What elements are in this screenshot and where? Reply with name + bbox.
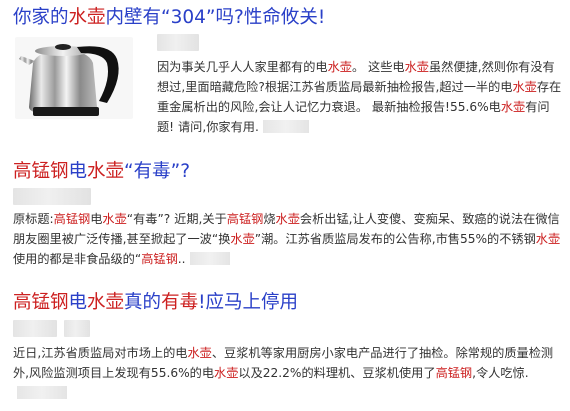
- title-keyword[interactable]: 高锰钢: [13, 292, 69, 313]
- snippet-text: 近日,江苏省质监局对市场上的电: [13, 346, 188, 360]
- result-meta: [13, 320, 564, 341]
- date-blurred: [64, 320, 91, 337]
- snippet-text: 烧: [263, 212, 276, 226]
- snippet-keyword: 高锰钢: [53, 212, 91, 226]
- title-keyword[interactable]: 水壶: [87, 161, 124, 182]
- snippet-keyword: 水壶: [102, 212, 127, 226]
- snippet-text: 因为事关几乎人人家里都有的电: [157, 60, 328, 74]
- snippet-text: 原标题:: [13, 212, 54, 226]
- search-result-1-body: 因为事关几乎人人家里都有的电水壶。 这些电水壶虽然便捷,然则你有没有想过,里面暗…: [157, 34, 562, 137]
- snippet-blurred-tail: [17, 386, 67, 399]
- snippet-text: 以及22.2%的料理机、豆浆机使用了: [238, 366, 436, 380]
- snippet-keyword: 水壶: [327, 60, 352, 74]
- title-text[interactable]: 真的: [124, 292, 161, 313]
- snippet-keyword: 水壶: [512, 80, 537, 94]
- snippet-keyword: 高锰钢: [226, 212, 264, 226]
- result-meta: [13, 188, 564, 209]
- result-snippet: 近日,江苏省质监局对市场上的电水壶、豆浆机等家用厨房小家电产品进行了抽检。除常规…: [13, 343, 564, 403]
- snippet-text: ,令人吃惊.: [472, 366, 529, 380]
- search-result-3: 高锰钢电水壶真的有毒!应马上停用 近日,江苏省质监局对市场上的电水壶、豆浆机等家…: [13, 291, 564, 403]
- title-keyword[interactable]: 水壶: [69, 7, 106, 28]
- snippet-keyword: 水壶: [275, 212, 300, 226]
- electric-kettle-image: [19, 44, 119, 116]
- snippet-text: ..: [177, 252, 186, 266]
- title-keyword[interactable]: 高锰钢: [13, 161, 69, 182]
- search-result-2: 高锰钢电水壶“有毒”? 原标题:高锰钢电水壶“有毒”? 近期,关于高锰钢烧水壶会…: [13, 160, 564, 269]
- result-title-link[interactable]: 高锰钢电水壶真的有毒!应马上停用: [13, 291, 564, 315]
- snippet-keyword: 水壶: [187, 346, 212, 360]
- title-text[interactable]: “有毒”?: [124, 161, 190, 182]
- snippet-blurred-tail: [262, 120, 309, 133]
- result-snippet: 因为事关几乎人人家里都有的电水壶。 这些电水壶虽然便捷,然则你有没有想过,里面暗…: [157, 57, 562, 137]
- source-blurred: [13, 320, 57, 337]
- title-text[interactable]: 电: [69, 161, 88, 182]
- result-snippet: 原标题:高锰钢电水壶“有毒”? 近期,关于高锰钢烧水壶会析出锰,让人变傻、变痴呆…: [13, 209, 564, 269]
- snippet-keyword: 高锰钢: [141, 252, 178, 266]
- search-result-1: 你家的水壶内壁有“304”吗?性命攸关!: [13, 6, 564, 30]
- source-blurred: [157, 34, 199, 51]
- snippet-keyword: 高锰钢: [435, 366, 473, 380]
- snippet-keyword: 水壶: [500, 100, 526, 114]
- title-keyword[interactable]: 水壶: [87, 292, 124, 313]
- source-blurred: [13, 188, 91, 205]
- snippet-blurred-tail: [189, 252, 230, 265]
- snippet-keyword: 水壶: [404, 60, 429, 74]
- snippet-text: 。 这些电: [352, 60, 405, 74]
- snippet-text: “有毒”? 近期,关于: [126, 212, 227, 226]
- title-text[interactable]: 电: [69, 292, 88, 313]
- result-title-link[interactable]: 你家的水壶内壁有“304”吗?性命攸关!: [13, 6, 564, 30]
- title-keyword[interactable]: 有毒: [161, 292, 198, 313]
- title-text[interactable]: 内壁有“304”吗?性命攸关!: [106, 7, 326, 28]
- snippet-text: ”潮。江苏省质监局发布的公告称,市售55%的不锈钢: [254, 232, 536, 246]
- result-title-link[interactable]: 高锰钢电水壶“有毒”?: [13, 160, 564, 184]
- snippet-text: 使用的都是非食品级的“: [13, 252, 142, 266]
- result-thumbnail[interactable]: [15, 37, 133, 119]
- title-text[interactable]: !应马上停用: [198, 292, 298, 313]
- snippet-text: 电: [90, 212, 103, 226]
- snippet-keyword: 水壶: [535, 232, 561, 246]
- snippet-keyword: 水壶: [230, 232, 255, 246]
- title-text[interactable]: 你家的: [13, 7, 69, 28]
- snippet-keyword: 水壶: [214, 366, 239, 380]
